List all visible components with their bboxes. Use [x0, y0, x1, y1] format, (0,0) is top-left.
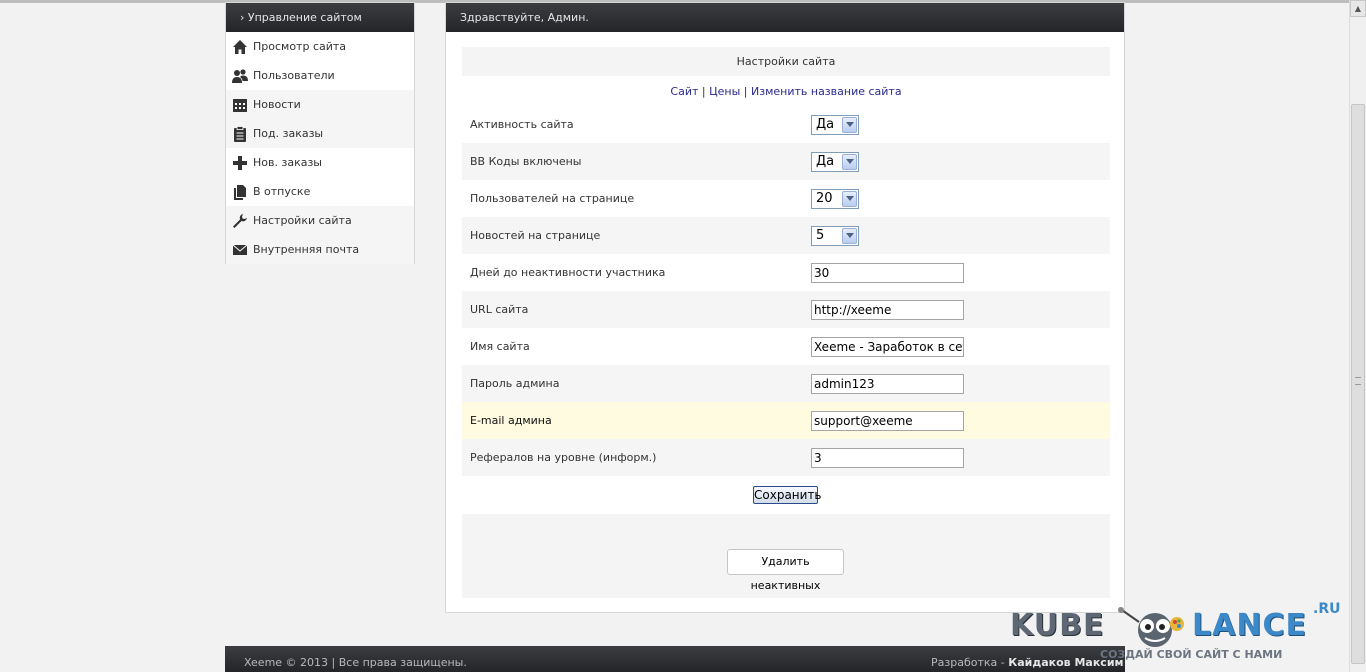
- setting-row-users-per-page: Пользователей на странице 20: [462, 180, 1110, 217]
- setting-label: Пользователей на странице: [470, 192, 635, 205]
- setting-label: Активность сайта: [470, 118, 574, 131]
- link-site[interactable]: Сайт: [670, 85, 698, 98]
- chevron-down-icon[interactable]: [842, 190, 857, 207]
- scroll-thumb[interactable]: [1351, 104, 1365, 664]
- setting-row-bbcodes: BB Коды включены Да: [462, 143, 1110, 180]
- delete-inactive-button[interactable]: Удалить неактивных: [727, 549, 844, 592]
- settings-links: Сайт | Цены | Изменить название сайта: [462, 85, 1110, 98]
- setting-row-site-name: Имя сайта Xeeme - Заработок в сети: [462, 328, 1110, 365]
- inactivity-days-field[interactable]: 30: [811, 262, 964, 283]
- admin-sidebar: › Управление сайтом Просмотр сайта Польз…: [225, 2, 415, 264]
- sidebar-item-new-orders[interactable]: Нов. заказы: [226, 148, 414, 177]
- link-separator: |: [740, 85, 751, 98]
- users-icon: [232, 68, 248, 84]
- delete-inactive-section: Удалить неактивных: [462, 514, 1110, 598]
- footer: Xeeme © 2013 | Все права защищены. Разра…: [225, 646, 1125, 672]
- home-icon: [232, 39, 248, 55]
- page-scrollbar[interactable]: ▲: [1349, 0, 1366, 672]
- chevron-down-icon[interactable]: [842, 227, 857, 244]
- plus-icon: [232, 155, 248, 171]
- setting-row-admin-password: Пароль админа admin123: [462, 365, 1110, 402]
- setting-label: Рефералов на уровне (информ.): [470, 451, 657, 464]
- sidebar-item-view-site[interactable]: Просмотр сайта: [226, 32, 414, 61]
- site-active-select[interactable]: Да: [811, 114, 859, 135]
- sidebar-item-label: Внутренняя почта: [253, 243, 360, 256]
- sidebar-title: › Управление сайтом: [226, 3, 414, 32]
- sidebar-item-label: Нов. заказы: [253, 156, 322, 169]
- sidebar-item-news[interactable]: Новости: [226, 90, 414, 119]
- setting-row-site-url: URL сайта http://xeeme: [462, 291, 1110, 328]
- users-per-page-select[interactable]: 20: [811, 188, 859, 209]
- greeting-bar: Здравствуйте, Админ.: [446, 3, 1124, 32]
- mascot-logo-icon: [1118, 607, 1184, 647]
- admin-password-field[interactable]: admin123: [811, 373, 964, 394]
- link-separator: |: [698, 85, 710, 98]
- sidebar-item-internal-mail[interactable]: Внутренняя почта: [226, 235, 414, 264]
- chevron-down-icon[interactable]: [842, 153, 857, 170]
- sidebar-item-vacation[interactable]: В отпуске: [226, 177, 414, 206]
- select-value: 20: [816, 190, 833, 206]
- sidebar-item-site-settings[interactable]: Настройки сайта: [226, 206, 414, 235]
- kubelance-watermark: KUBE LANCE .RU СОЗДАЙ СВОЙ САЙТ С НАМИ: [1005, 600, 1345, 672]
- page-title: Настройки сайта: [462, 47, 1110, 76]
- select-value: Да: [816, 116, 835, 132]
- watermark-kube: KUBE: [1010, 608, 1105, 643]
- select-value: Да: [816, 153, 835, 169]
- site-url-field[interactable]: http://xeeme: [811, 299, 964, 320]
- setting-label: BB Коды включены: [470, 155, 582, 168]
- mail-icon: [232, 242, 248, 258]
- sidebar-item-label: Новости: [253, 98, 301, 111]
- sidebar-item-label: Пользователи: [253, 69, 335, 82]
- footer-dev-prefix: Разработка -: [931, 656, 1009, 669]
- setting-label: E-mail админа: [470, 414, 552, 427]
- grip-icon: [1355, 377, 1361, 385]
- chevron-down-icon[interactable]: [842, 116, 857, 133]
- sidebar-item-label: Под. заказы: [253, 127, 324, 140]
- sidebar-item-label: Просмотр сайта: [253, 40, 347, 53]
- link-prices[interactable]: Цены: [709, 85, 740, 98]
- setting-label: Имя сайта: [470, 340, 530, 353]
- setting-label: Новостей на странице: [470, 229, 601, 242]
- sidebar-item-sub-orders[interactable]: Под. заказы: [226, 119, 414, 148]
- link-rename-site[interactable]: Изменить название сайта: [751, 85, 902, 98]
- settings-panel: Здравствуйте, Админ. Настройки сайта Сай…: [445, 2, 1125, 613]
- bbcodes-select[interactable]: Да: [811, 151, 859, 172]
- setting-row-news-per-page: Новостей на странице 5: [462, 217, 1110, 254]
- clipboard-icon: [232, 125, 248, 142]
- news-per-page-select[interactable]: 5: [811, 225, 859, 246]
- setting-row-referrals-level: Рефералов на уровне (информ.) 3: [462, 439, 1110, 476]
- site-name-field[interactable]: Xeeme - Заработок в сети: [811, 336, 964, 357]
- setting-row-inactivity-days: Дней до неактивности участника 30: [462, 254, 1110, 291]
- sidebar-item-label: Настройки сайта: [253, 214, 352, 227]
- wrench-icon: [232, 213, 248, 229]
- sidebar-item-label: В отпуске: [253, 185, 311, 198]
- select-value: 5: [816, 227, 825, 243]
- referrals-level-field[interactable]: 3: [811, 447, 964, 468]
- setting-label: URL сайта: [470, 303, 529, 316]
- scroll-up-icon[interactable]: ▲: [1350, 0, 1366, 17]
- footer-copyright: Xeeme © 2013 | Все права защищены.: [244, 656, 467, 669]
- sidebar-item-users[interactable]: Пользователи: [226, 61, 414, 90]
- calendar-icon: [232, 97, 248, 113]
- watermark-ru: .RU: [1313, 601, 1341, 617]
- watermark-lance: LANCE: [1192, 608, 1307, 643]
- admin-email-field[interactable]: support@xeeme: [811, 410, 964, 431]
- save-button[interactable]: Сохранить: [753, 486, 822, 504]
- setting-row-site-active: Активность сайта Да: [462, 106, 1110, 143]
- setting-row-admin-email: E-mail админа support@xeeme: [462, 402, 1110, 439]
- setting-label: Пароль админа: [470, 377, 560, 390]
- watermark-slogan: СОЗДАЙ СВОЙ САЙТ С НАМИ: [1100, 648, 1283, 661]
- setting-label: Дней до неактивности участника: [470, 266, 666, 279]
- documents-icon: [232, 184, 248, 200]
